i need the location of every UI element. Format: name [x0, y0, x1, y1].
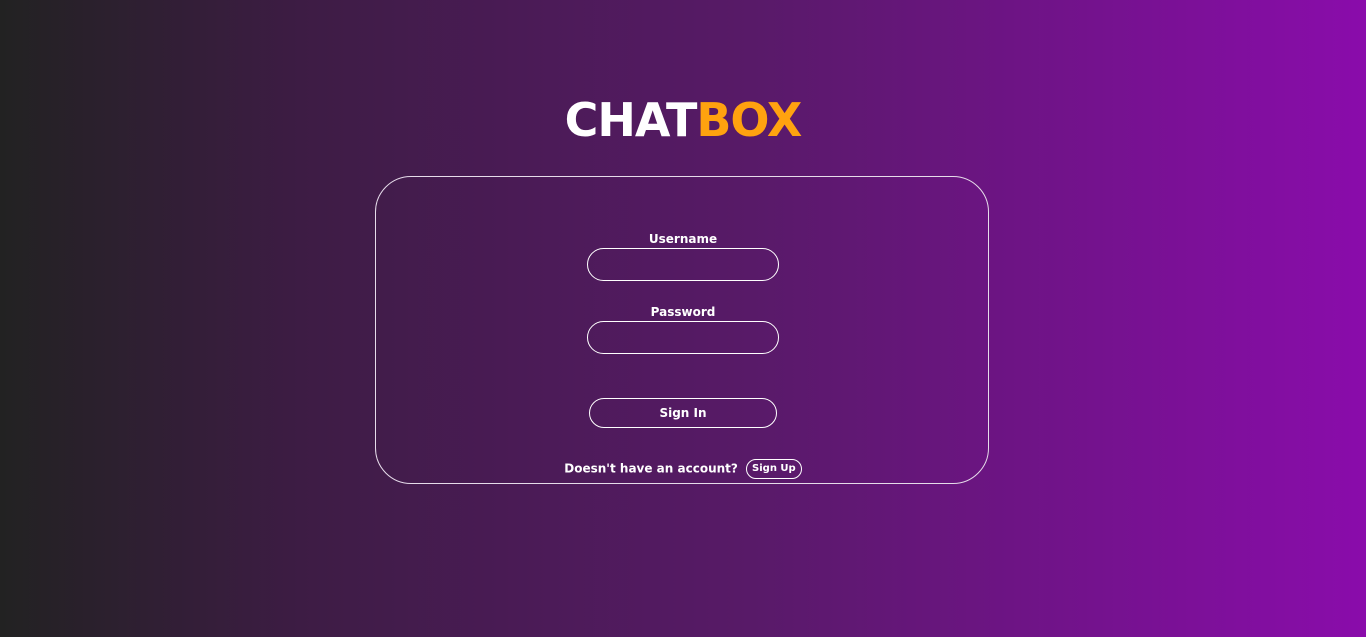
password-input[interactable] [587, 321, 779, 354]
login-card: Username Password Sign In Doesn't have a… [375, 176, 989, 484]
password-label: Password [650, 305, 716, 319]
username-input[interactable] [587, 248, 779, 281]
app-logo: CHATBOX [0, 92, 1366, 148]
username-label: Username [648, 232, 718, 246]
signup-row: Doesn't have an account? Sign Up [376, 458, 990, 479]
sign-in-button[interactable]: Sign In [589, 398, 777, 428]
logo-text-chat: CHAT [564, 93, 698, 147]
logo-text-box: BOX [696, 93, 802, 147]
sign-up-button[interactable]: Sign Up [746, 458, 802, 479]
signup-prompt: Doesn't have an account? [564, 461, 738, 476]
